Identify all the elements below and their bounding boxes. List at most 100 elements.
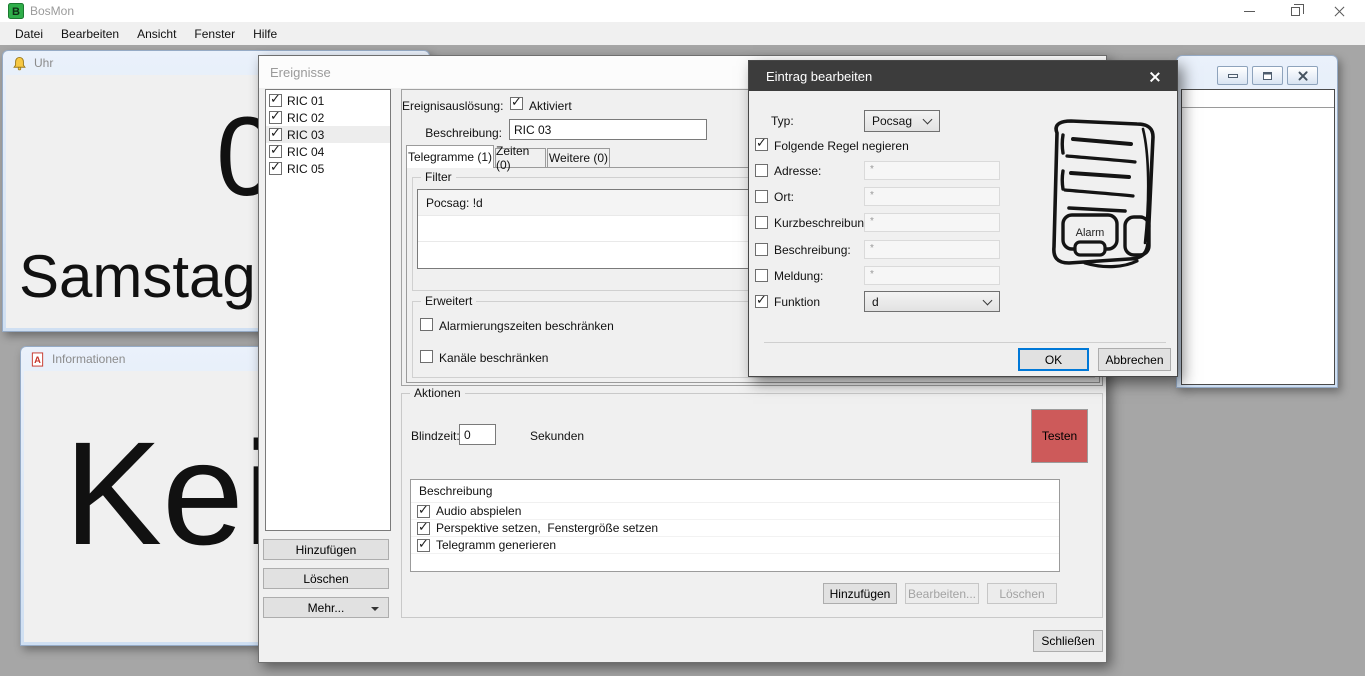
child-close-button[interactable] xyxy=(1287,66,1318,85)
funktion-checkbox[interactable] xyxy=(755,295,768,308)
minimize-icon xyxy=(1244,11,1255,12)
test-button[interactable]: Testen xyxy=(1031,409,1088,463)
restrict-alarm-times-checkbox[interactable] xyxy=(420,318,433,331)
chevron-down-icon xyxy=(923,115,933,125)
actions-list[interactable]: Beschreibung Audio abspielen Perspektive… xyxy=(410,479,1060,572)
checkbox[interactable] xyxy=(417,522,430,535)
adresse-label: Adresse: xyxy=(774,164,821,178)
funktion-select[interactable]: d xyxy=(864,291,1000,312)
beschreibung-label: Beschreibung: xyxy=(774,243,851,257)
negate-rule-label: Folgende Regel negieren xyxy=(774,139,909,153)
menu-fenster[interactable]: Fenster xyxy=(185,24,244,44)
meldung-input[interactable]: * xyxy=(864,266,1000,285)
info-window-title: Informationen xyxy=(52,352,125,366)
action-delete-button[interactable]: Löschen xyxy=(987,583,1057,604)
ort-checkbox[interactable] xyxy=(755,190,768,203)
action-add-button[interactable]: Hinzufügen xyxy=(823,583,897,604)
menu-hilfe[interactable]: Hilfe xyxy=(244,24,286,44)
ok-button[interactable]: OK xyxy=(1018,348,1089,371)
actions-list-header: Beschreibung xyxy=(411,480,1059,503)
action-edit-button[interactable]: Bearbeiten... xyxy=(905,583,979,604)
trigger-checkbox[interactable] xyxy=(510,97,523,110)
ric-more-button[interactable]: Mehr... xyxy=(263,597,389,618)
ric-listbox[interactable]: RIC 01 RIC 02 RIC 03 RIC 04 RIC 05 xyxy=(265,89,391,531)
action-label: Perspektive setzen, Fenstergröße setzen xyxy=(436,521,658,535)
list-item[interactable]: RIC 02 xyxy=(266,109,390,126)
list-item[interactable]: RIC 05 xyxy=(266,160,390,177)
close-events-button[interactable]: Schließen xyxy=(1033,630,1103,652)
close-button[interactable] xyxy=(1322,0,1356,22)
list-item-label: RIC 05 xyxy=(287,162,324,176)
checkbox[interactable] xyxy=(269,128,282,141)
events-window-title: Ereignisse xyxy=(270,65,331,80)
dialog-close-button[interactable] xyxy=(1132,61,1177,91)
checkbox[interactable] xyxy=(417,505,430,518)
adresse-checkbox[interactable] xyxy=(755,164,768,177)
type-value: Pocsag xyxy=(872,114,912,128)
filter-item-label: Pocsag: !d xyxy=(426,196,483,210)
dialog-titlebar[interactable]: Eintrag bearbeiten xyxy=(749,61,1177,91)
menubar: Datei Bearbeiten Ansicht Fenster Hilfe xyxy=(0,22,1365,45)
bosmon-main-window: B BosMon Datei Bearbeiten Ansicht Fenste… xyxy=(0,0,1365,676)
clock-date-text: Samstag, xyxy=(19,247,272,307)
checkbox[interactable] xyxy=(269,145,282,158)
actions-group-label: Aktionen xyxy=(410,386,465,401)
child-restore-button[interactable] xyxy=(1252,66,1283,85)
description-value: RIC 03 xyxy=(514,123,551,137)
restore-icon xyxy=(1291,7,1300,16)
beschreibung-input[interactable]: * xyxy=(864,240,1000,259)
tab-weitere[interactable]: Weitere (0) xyxy=(547,148,610,168)
list-item[interactable]: Perspektive setzen, Fenstergröße setzen xyxy=(411,520,1059,537)
kurzbeschreibung-checkbox[interactable] xyxy=(755,216,768,229)
type-label: Typ: xyxy=(771,114,794,128)
list-item[interactable]: Audio abspielen xyxy=(411,503,1059,520)
type-select[interactable]: Pocsag xyxy=(864,110,940,132)
checkbox[interactable] xyxy=(269,94,282,107)
list-item[interactable]: Telegramm generieren xyxy=(411,537,1059,554)
trigger-label: Ereignisauslösung: xyxy=(402,99,502,113)
child-minimize-button[interactable] xyxy=(1217,66,1248,85)
tab-telegramme[interactable]: Telegramme (1) xyxy=(406,145,494,168)
negate-rule-checkbox[interactable] xyxy=(755,138,768,151)
restore-icon xyxy=(1263,72,1272,80)
checkbox[interactable] xyxy=(269,162,282,175)
menu-bearbeiten[interactable]: Bearbeiten xyxy=(52,24,128,44)
maximize-button[interactable] xyxy=(1278,0,1312,22)
ort-input[interactable]: * xyxy=(864,187,1000,206)
blind-time-label: Blindzeit: xyxy=(411,429,460,443)
child-window-content xyxy=(1181,89,1335,385)
ric-delete-button[interactable]: Löschen xyxy=(263,568,389,589)
ort-value: * xyxy=(870,190,874,201)
restrict-channels-checkbox[interactable] xyxy=(420,350,433,363)
list-item-label: RIC 03 xyxy=(287,128,324,142)
info-icon: A xyxy=(30,352,45,367)
kurzbeschreibung-label: Kurzbeschreibung: xyxy=(774,216,874,230)
meldung-checkbox[interactable] xyxy=(755,269,768,282)
svg-text:B: B xyxy=(12,6,20,18)
list-item[interactable]: RIC 03 xyxy=(266,126,390,143)
funktion-label: Funktion xyxy=(774,295,820,309)
description-input[interactable]: RIC 03 xyxy=(509,119,707,140)
chevron-down-icon xyxy=(983,295,993,305)
list-item[interactable]: RIC 04 xyxy=(266,143,390,160)
adresse-input[interactable]: * xyxy=(864,161,1000,180)
blind-time-input[interactable]: 0 xyxy=(459,424,496,445)
beschreibung-checkbox[interactable] xyxy=(755,243,768,256)
meldung-value: * xyxy=(870,269,874,280)
kurzbeschreibung-value: * xyxy=(870,216,874,227)
dialog-separator xyxy=(764,342,1166,343)
ric-add-button[interactable]: Hinzufügen xyxy=(263,539,389,560)
menu-ansicht[interactable]: Ansicht xyxy=(128,24,185,44)
tab-zeiten[interactable]: Zeiten (0) xyxy=(495,148,546,168)
checkbox[interactable] xyxy=(269,111,282,124)
cancel-button[interactable]: Abbrechen xyxy=(1098,348,1171,371)
main-titlebar[interactable]: B BosMon xyxy=(0,0,1365,22)
info-text: Kei xyxy=(64,421,276,568)
close-icon xyxy=(1333,5,1345,17)
kurzbeschreibung-input[interactable]: * xyxy=(864,213,1000,232)
filter-group-label: Filter xyxy=(421,170,456,185)
list-item[interactable]: RIC 01 xyxy=(266,92,390,109)
minimize-button[interactable] xyxy=(1232,0,1266,22)
checkbox[interactable] xyxy=(417,539,430,552)
menu-datei[interactable]: Datei xyxy=(6,24,52,44)
